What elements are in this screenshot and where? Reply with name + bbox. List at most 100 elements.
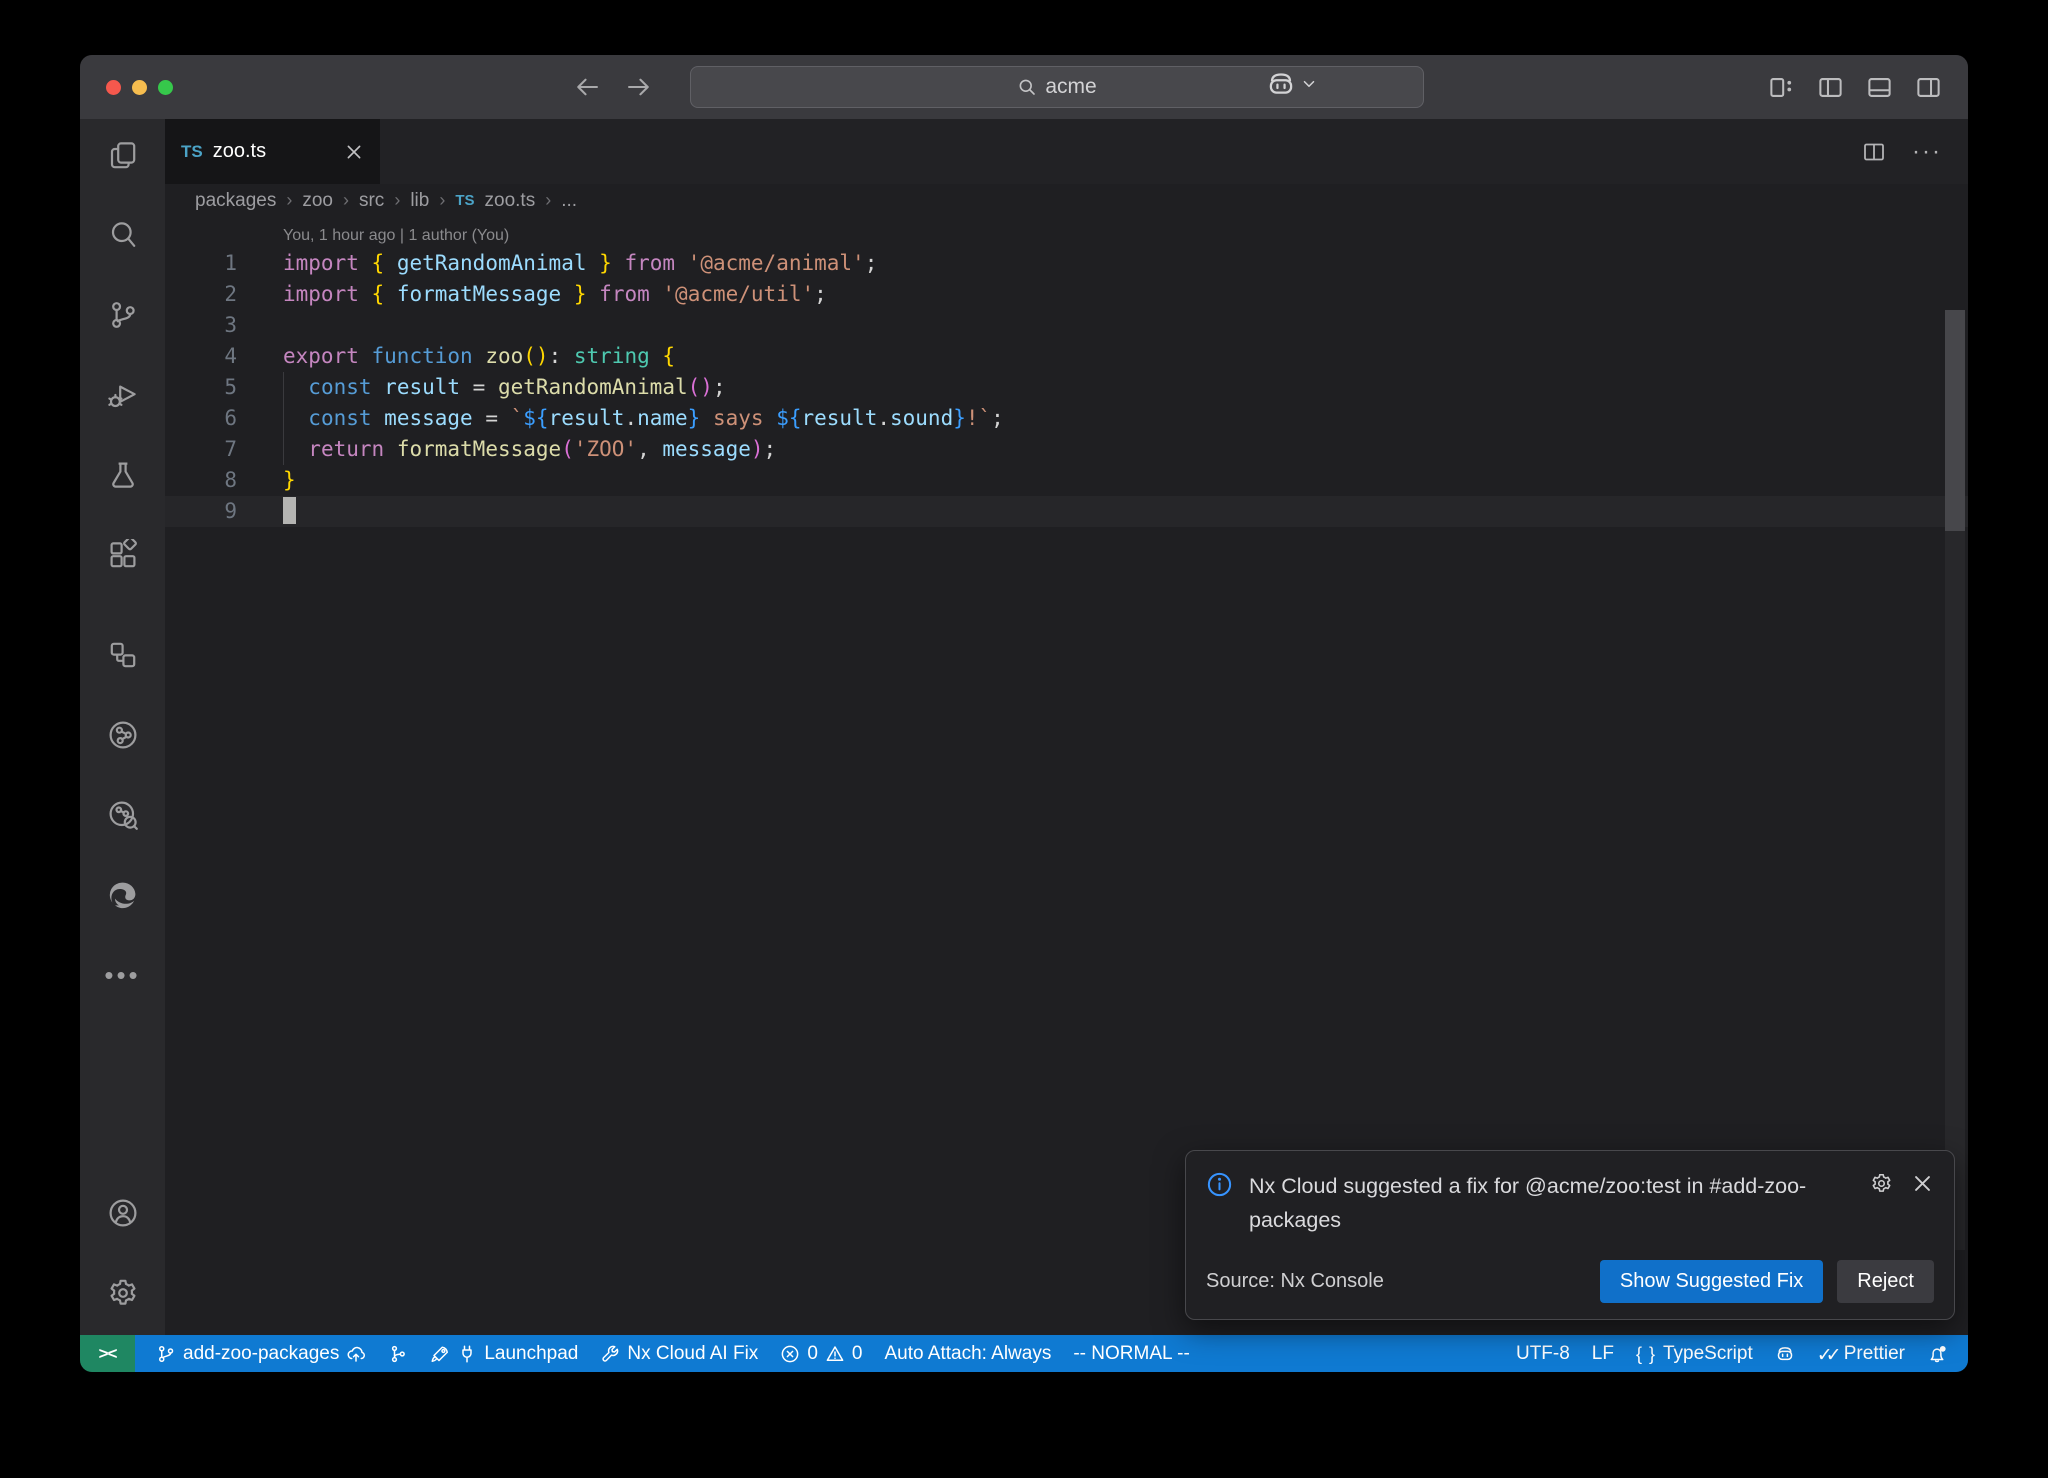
- close-tab-icon[interactable]: [344, 142, 364, 162]
- breadcrumb-item-zoo[interactable]: zoo: [302, 190, 333, 212]
- reject-button[interactable]: Reject: [1837, 1260, 1934, 1303]
- statusbar-language-mode[interactable]: { }TypeScript: [1625, 1335, 1764, 1372]
- search-icon: [1017, 77, 1037, 97]
- customize-layout-icon[interactable]: [1768, 74, 1795, 101]
- breadcrumb: packages›zoo›src›lib›TSzoo.ts›...: [165, 184, 1968, 217]
- sidebar-item-nx-console[interactable]: [95, 627, 151, 683]
- gitlens-codelens[interactable]: You, 1 hour ago | 1 author (You): [283, 223, 1968, 248]
- back-arrow-icon[interactable]: [575, 74, 601, 100]
- breadcrumb-symbol-path[interactable]: ...: [561, 190, 577, 212]
- statusbar-eol-label: LF: [1592, 1343, 1614, 1365]
- sidebar-item-run-debug[interactable]: [95, 367, 151, 423]
- statusbar-source-control-graph[interactable]: [377, 1335, 419, 1372]
- code-line-1[interactable]: 1 import { getRandomAnimal } from '@acme/…: [165, 248, 1968, 279]
- sidebar-item-testing[interactable]: [95, 447, 151, 503]
- extensions-icon: [107, 539, 139, 571]
- code-line-7[interactable]: 7 return formatMessage('ZOO', message);: [165, 434, 1968, 465]
- typescript-file-icon: TS: [455, 192, 474, 209]
- remote-icon: ><: [99, 1344, 117, 1364]
- sidebar-item-search[interactable]: [95, 207, 151, 263]
- statusbar-encoding[interactable]: UTF-8: [1505, 1335, 1581, 1372]
- sidebar-item-additional-views[interactable]: •••: [95, 947, 151, 1003]
- more-actions-icon[interactable]: ···: [1912, 138, 1942, 166]
- statusbar-problems[interactable]: 00: [769, 1335, 873, 1372]
- forward-arrow-icon[interactable]: [625, 74, 651, 100]
- layout-controls: [1768, 55, 1942, 119]
- close-window-button[interactable]: [106, 80, 121, 95]
- line-content: import { getRandomAnimal } from '@acme/a…: [283, 251, 877, 275]
- code-line-2[interactable]: 2import { formatMessage } from '@acme/ut…: [165, 279, 1968, 310]
- cloud-upload-icon: [346, 1344, 366, 1364]
- sidebar-item-explorer[interactable]: [95, 127, 151, 183]
- statusbar-prettier-label: Prettier: [1844, 1343, 1905, 1365]
- toast-close-icon[interactable]: [1911, 1172, 1934, 1195]
- statusbar-nx-cloud-ai-fix[interactable]: Nx Cloud AI Fix: [589, 1335, 769, 1372]
- code-line-9[interactable]: 9: [165, 496, 1968, 527]
- code-line-6[interactable]: 6 const message = `${result.name} says $…: [165, 403, 1968, 434]
- code-line-8[interactable]: 8}: [165, 465, 1968, 496]
- breadcrumb-item-src[interactable]: src: [359, 190, 384, 212]
- title-bar: acme: [80, 55, 1968, 119]
- account-icon: [107, 1197, 139, 1229]
- history-nav: [575, 74, 651, 100]
- sidebar-item-graph-search[interactable]: [95, 787, 151, 843]
- code-line-5[interactable]: 5 const result = getRandomAnimal();: [165, 372, 1968, 403]
- line-content: import { formatMessage } from '@acme/uti…: [283, 282, 827, 306]
- statusbar-eol[interactable]: LF: [1581, 1335, 1625, 1372]
- statusbar-launchpad[interactable]: Launchpad: [419, 1335, 589, 1372]
- window-controls: [106, 80, 173, 95]
- statusbar-copilot-status[interactable]: [1764, 1335, 1806, 1372]
- line-number: 7: [165, 434, 237, 465]
- statusbar-branch[interactable]: add-zoo-packages: [145, 1335, 377, 1372]
- toast-settings-gear-icon[interactable]: [1870, 1172, 1893, 1195]
- show-suggested-fix-button[interactable]: Show Suggested Fix: [1600, 1260, 1823, 1303]
- search-icon: [107, 219, 139, 251]
- split-editor-icon[interactable]: [1862, 140, 1886, 164]
- copilot-menu[interactable]: [1266, 69, 1318, 99]
- accounts-button[interactable]: [95, 1185, 151, 1241]
- line-number: 9: [165, 496, 237, 527]
- toggle-primary-sidebar-icon[interactable]: [1817, 74, 1844, 101]
- sidebar-item-source-control[interactable]: [95, 287, 151, 343]
- copilot-icon: [1266, 69, 1296, 99]
- copilot-icon: [1775, 1344, 1795, 1364]
- line-content: return formatMessage('ZOO', message);: [283, 437, 776, 461]
- line-content: const message = `${result.name} says ${r…: [283, 406, 1004, 430]
- breadcrumb-item-lib[interactable]: lib: [410, 190, 429, 212]
- zoom-window-button[interactable]: [158, 80, 173, 95]
- editor-cursor: [283, 497, 296, 524]
- statusbar-problems-label: 0: [852, 1343, 863, 1365]
- statusbar-vim-mode-label: -- NORMAL --: [1073, 1343, 1189, 1365]
- toast-source: Source: Nx Console: [1206, 1270, 1384, 1293]
- statusbar-prettier[interactable]: ✓✓Prettier: [1806, 1335, 1916, 1372]
- git-branch-icon: [107, 299, 139, 331]
- minimize-window-button[interactable]: [132, 80, 147, 95]
- typescript-file-icon: TS: [181, 142, 203, 162]
- chevron-down-icon: [1300, 75, 1318, 93]
- code-line-4[interactable]: 4export function zoo(): string {: [165, 341, 1968, 372]
- toggle-panel-icon[interactable]: [1866, 74, 1893, 101]
- statusbar-launchpad-label: Launchpad: [484, 1343, 578, 1365]
- statusbar-vim-mode[interactable]: -- NORMAL --: [1062, 1335, 1200, 1372]
- tab-zoo-ts[interactable]: TS zoo.ts: [165, 119, 380, 184]
- breadcrumb-separator: ›: [545, 190, 551, 211]
- braces-icon: { }: [1636, 1344, 1656, 1364]
- line-content: export function zoo(): string {: [283, 344, 675, 368]
- breadcrumb-item-file[interactable]: zoo.ts: [485, 190, 536, 212]
- statusbar-notifications-bell[interactable]: [1916, 1335, 1958, 1372]
- remote-indicator[interactable]: ><: [80, 1335, 135, 1372]
- status-bar: >< add-zoo-packages Launchpad Nx Cloud AI …: [80, 1335, 1968, 1372]
- wrench-icon: [600, 1344, 620, 1364]
- line-number: 1: [165, 248, 237, 279]
- toggle-secondary-sidebar-icon[interactable]: [1915, 74, 1942, 101]
- settings-button[interactable]: [95, 1265, 151, 1321]
- sidebar-item-edge-devtools[interactable]: [95, 867, 151, 923]
- code-line-3[interactable]: 3: [165, 310, 1968, 341]
- breadcrumb-item-packages[interactable]: packages: [195, 190, 276, 212]
- sidebar-item-extensions[interactable]: [95, 527, 151, 583]
- sidebar-item-project-graph[interactable]: [95, 707, 151, 763]
- scrollbar-slider[interactable]: [1945, 310, 1965, 531]
- info-icon: [1206, 1171, 1233, 1198]
- breadcrumb-separator: ›: [343, 190, 349, 211]
- statusbar-auto-attach[interactable]: Auto Attach: Always: [873, 1335, 1062, 1372]
